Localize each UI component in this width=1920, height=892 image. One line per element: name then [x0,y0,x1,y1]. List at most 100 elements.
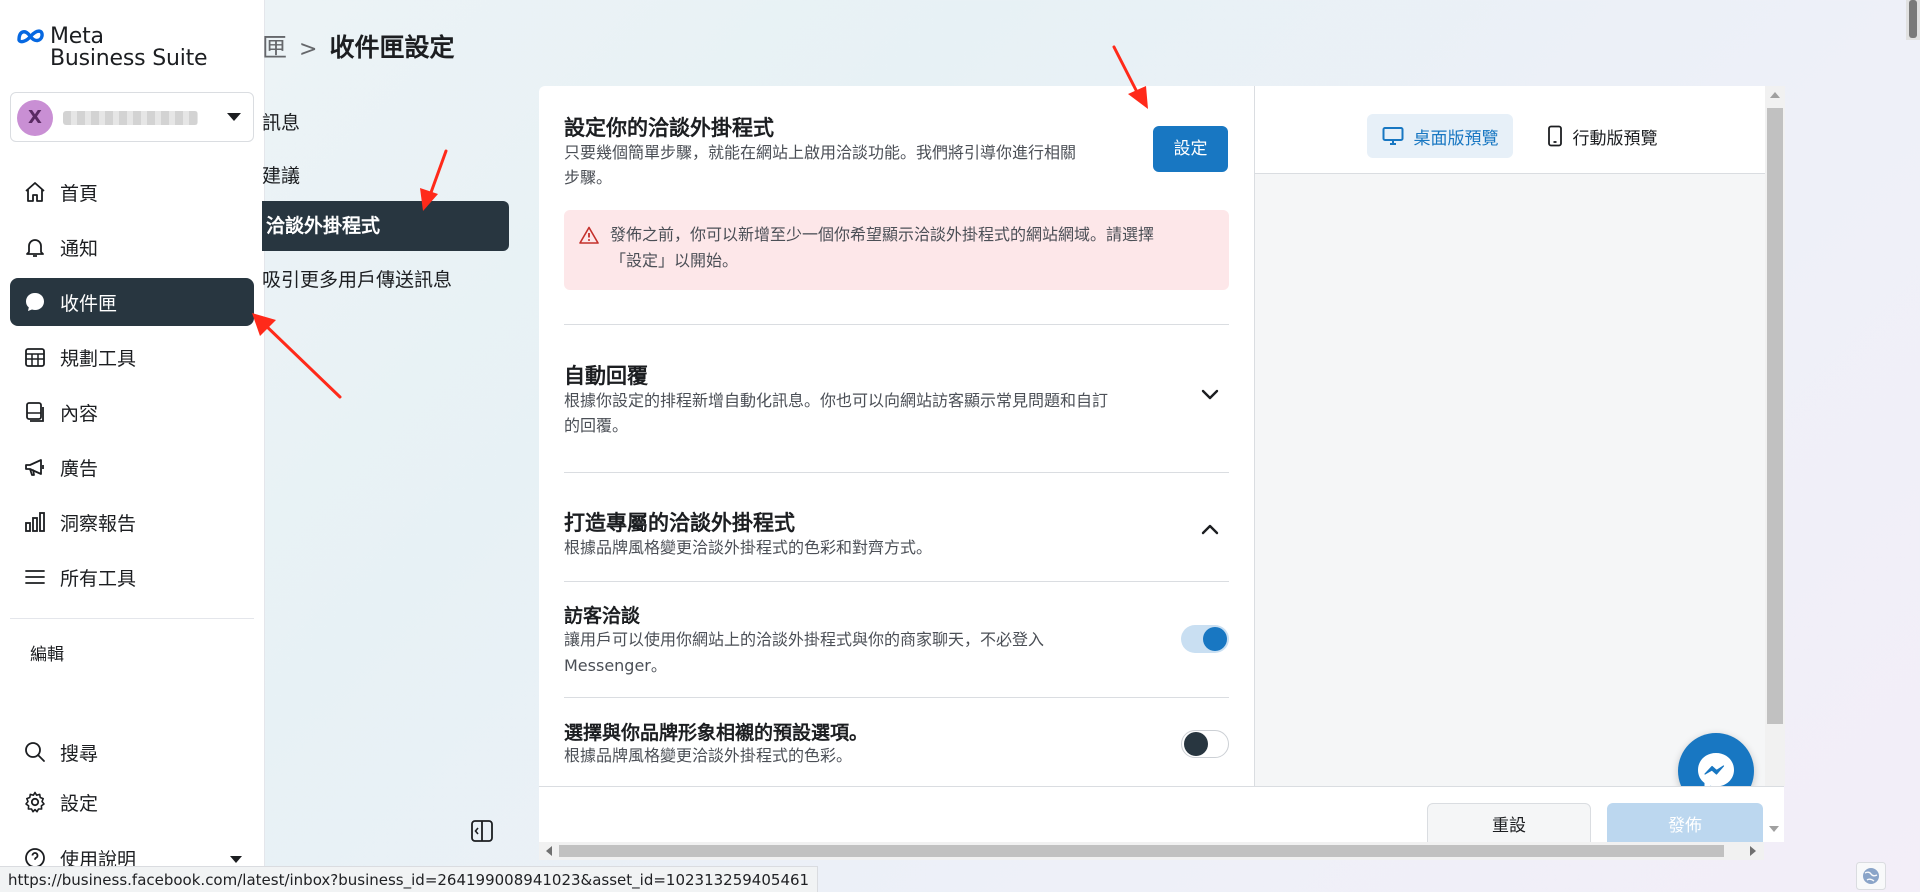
preview-pane: 桌面版預覽 行動版預覽 [1254,86,1785,786]
collapse-panel-icon[interactable] [468,818,496,844]
setup-description-line1: 只要幾個簡單步驟，就能在網站上啟用洽談功能。我們將引導你進行相關 [564,143,1077,162]
scroll-down-icon[interactable] [1769,826,1779,832]
chevron-right-icon: > [299,37,318,62]
mobile-phone-icon [1547,125,1562,147]
section-divider [564,581,1229,582]
search-icon [22,739,48,765]
breadcrumb-parent[interactable]: 匣 [262,33,287,62]
guest-chat-description-line1: 讓用戶可以使用你網站上的洽談外掛程式與你的商家聊天，不必登入 [564,630,1045,649]
account-switcher[interactable]: X [10,92,254,142]
auto-reply-description-line1: 根據你設定的排程新增自動化訊息。你也可以向網站訪客顯示常見問題和自訂 [564,391,1109,410]
nav-label: 搜尋 [60,742,99,765]
subnav-item-suggestions[interactable]: 建議 [262,161,300,188]
annotation-arrow-setup [1112,45,1148,109]
chevron-up-icon[interactable] [1197,516,1223,542]
meta-business-suite-logo[interactable]: Meta Business Suite [16,24,226,74]
tab-desktop-preview[interactable]: 桌面版預覽 [1367,114,1513,158]
nav-item-settings[interactable]: 設定 [10,778,254,826]
warning-banner: 發佈之前，你可以新增至少一個你希望顯示洽談外掛程式的網站網域。請選擇 「設定」以… [564,210,1229,290]
customize-description: 根據品牌風格變更洽談外掛程式的色彩和對齊方式。 [564,538,933,557]
nav-item-insights[interactable]: 洞察報告 [10,498,254,546]
nav-label: 內容 [60,402,99,425]
tab-label: 行動版預覽 [1572,128,1658,149]
caret-down-icon[interactable] [230,856,242,863]
account-name-redacted [63,111,198,125]
left-sidebar: Meta Business Suite X 首頁 通知 收件匣 規劃工具 內容 … [0,0,265,892]
bell-icon [22,234,48,260]
nav-item-ads[interactable]: 廣告 [10,443,254,491]
customize-title: 打造專屬的洽談外掛程式 [564,511,795,535]
setup-description-line2: 步驟。 [564,168,613,187]
preview-tabs: 桌面版預覽 行動版預覽 [1255,86,1765,174]
nav-label: 廣告 [60,457,99,480]
auto-reply-description-line2: 的回覆。 [564,416,629,435]
scroll-left-icon[interactable] [546,846,552,856]
annotation-arrow-chat-plugin [420,149,448,211]
nav-item-all-tools[interactable]: 所有工具 [10,553,254,601]
page-scrollbar-thumb[interactable] [1909,0,1917,38]
brand-preset-description: 根據品牌風格變更洽談外掛程式的色彩。 [564,746,853,765]
nav-item-planner[interactable]: 規劃工具 [10,333,254,381]
breadcrumb: 匣 > 收件匣設定 [262,28,454,64]
tab-mobile-preview[interactable]: 行動版預覽 [1537,114,1667,158]
guest-chat-toggle[interactable] [1181,625,1229,653]
nav-label: 洞察報告 [60,512,137,535]
edit-nav-link[interactable]: 編輯 [30,640,64,665]
action-footer: 重設 發佈 [539,786,1784,849]
section-divider [564,324,1229,325]
warning-text: 發佈之前，你可以新增至少一個你希望顯示洽談外掛程式的網站網域。請選擇 「設定」以… [610,222,1215,274]
chat-bubble-icon [22,289,48,315]
gear-icon [22,789,48,815]
horizontal-scrollbar-thumb[interactable] [559,845,1724,857]
nav-item-search[interactable]: 搜尋 [10,728,254,776]
content-icon [22,399,48,425]
menu-icon [22,564,48,590]
megaphone-icon [22,454,48,480]
warning-text-line1: 發佈之前，你可以新增至少一個你希望顯示洽談外掛程式的網站網域。請選擇 [610,225,1155,244]
subnav-item-get-more-messages[interactable]: 吸引更多用戶傳送訊息 [262,265,452,292]
nav-item-inbox[interactable]: 收件匣 [10,278,254,326]
scroll-up-icon[interactable] [1770,92,1780,98]
nav-label: 設定 [60,792,99,815]
logo-suite-text: Business Suite [50,46,208,71]
nav-label: 首頁 [60,182,99,205]
scroll-right-icon[interactable] [1750,846,1756,856]
annotation-arrow-inbox [252,313,342,399]
toggle-knob [1203,627,1227,651]
meta-logo-icon [17,29,44,44]
globe-icon[interactable] [1856,862,1886,890]
brand-preset-title: 選擇與你品牌形象相襯的預設選項。 [564,722,869,744]
subnav-item-messages[interactable]: 訊息 [262,108,300,135]
subnav-item-chat-plugin[interactable]: 洽談外掛程式 [262,201,509,251]
nav-item-notifications[interactable]: 通知 [10,223,254,271]
preview-scrollbar-thumb[interactable] [1767,108,1783,724]
avatar: X [17,100,53,136]
guest-chat-description-line2: Messenger。 [564,656,667,675]
browser-status-url: https://business.facebook.com/latest/inb… [0,866,819,892]
chevron-down-icon[interactable] [1197,382,1223,408]
nav-item-home[interactable]: 首頁 [10,168,254,216]
warning-text-line2: 「設定」以開始。 [610,251,739,270]
chat-plugin-settings-card: 設定你的洽談外掛程式 只要幾個簡單步驟，就能在網站上啟用洽談功能。我們將引導你進… [539,86,1254,786]
nav-label: 收件匣 [60,292,118,315]
setup-button[interactable]: 設定 [1153,126,1228,172]
setup-title: 設定你的洽談外掛程式 [564,116,774,140]
warning-triangle-icon [579,226,599,244]
nav-label: 規劃工具 [60,347,137,370]
brand-preset-toggle[interactable] [1181,730,1229,758]
section-divider [564,697,1229,698]
bar-chart-icon [22,509,48,535]
calendar-grid-icon [22,344,48,370]
toggle-knob [1184,732,1208,756]
page-title: 收件匣設定 [329,33,455,62]
desktop-monitor-icon [1382,127,1403,145]
home-icon [22,179,48,205]
tab-label: 桌面版預覽 [1413,128,1499,149]
nav-label: 所有工具 [60,567,137,590]
nav-item-content[interactable]: 內容 [10,388,254,436]
nav-label: 通知 [60,237,99,260]
sidebar-divider [10,618,254,619]
auto-reply-title: 自動回覆 [564,364,648,388]
guest-chat-title: 訪客洽談 [564,605,641,627]
caret-down-icon [227,113,241,121]
